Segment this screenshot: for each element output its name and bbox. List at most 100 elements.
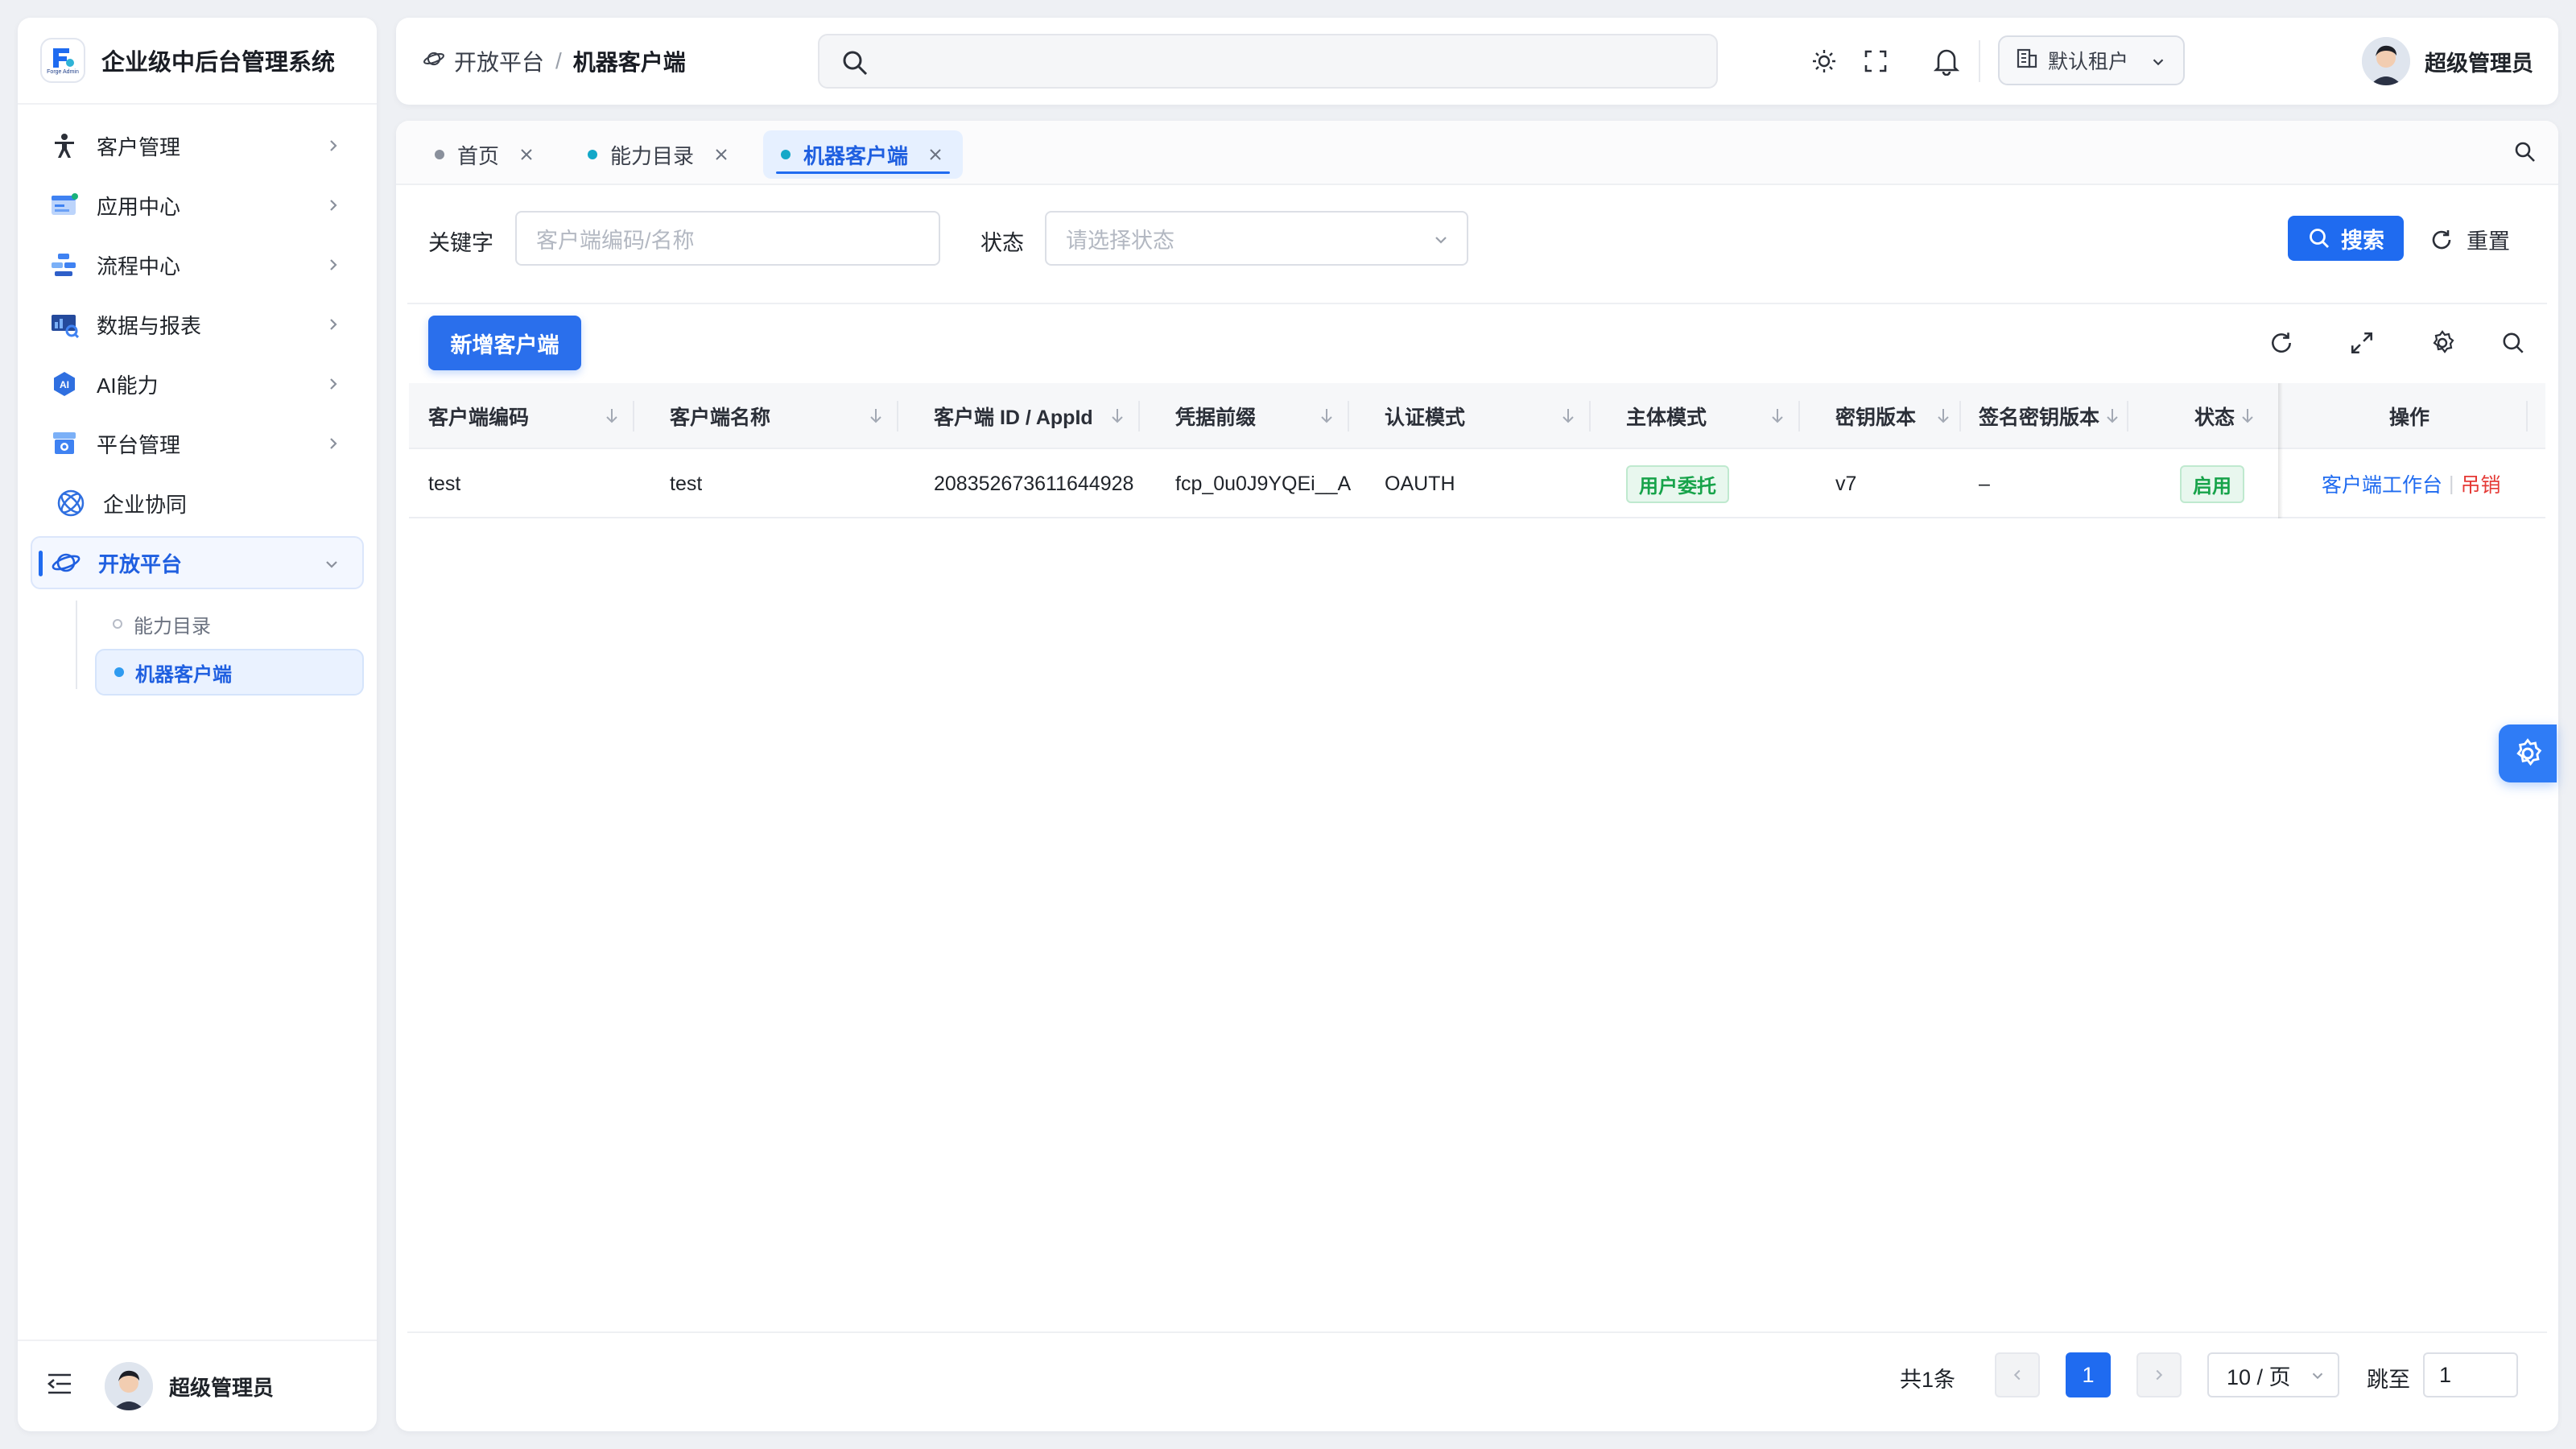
- column-header-subject-mode[interactable]: 主体模式: [1626, 383, 1707, 449]
- action-separator: |: [2449, 472, 2454, 495]
- main-content: 首页 能力目录 机器客户端 关键字 客户端编码/名称 状态 请选择状态 搜索 重…: [396, 121, 2558, 1431]
- column-divider: [1348, 401, 1349, 431]
- table-search-icon[interactable]: [2497, 327, 2529, 359]
- prev-page-button[interactable]: [1995, 1352, 2040, 1397]
- svg-text:AI: AI: [60, 379, 69, 390]
- search-button[interactable]: 搜索: [2288, 216, 2404, 261]
- breadcrumb-current: 机器客户端: [572, 50, 686, 75]
- chevron-down-icon: [2153, 59, 2164, 66]
- close-icon[interactable]: [926, 145, 945, 164]
- planet-icon: [422, 47, 446, 76]
- filter-bar: 关键字 客户端编码/名称 状态 请选择状态 搜索 重置: [396, 211, 2558, 266]
- bullet-dot-icon: [114, 667, 124, 677]
- search-icon: [2310, 229, 2329, 248]
- next-page-button[interactable]: [2136, 1352, 2182, 1397]
- planet-icon: [50, 547, 82, 579]
- refresh-icon[interactable]: [2265, 327, 2297, 359]
- submenu-item-machine-client[interactable]: 机器客户端: [95, 649, 364, 696]
- page-tabs: 首页 能力目录 机器客户端: [396, 121, 2558, 185]
- global-search-input[interactable]: [818, 34, 1718, 89]
- jump-page-input[interactable]: 1: [2423, 1352, 2518, 1397]
- avatar[interactable]: [105, 1362, 153, 1410]
- sidebar-item-customer[interactable]: 客户管理: [31, 119, 364, 172]
- app-window-icon: [48, 189, 80, 221]
- app-title: 企业级中后台管理系统: [101, 50, 336, 76]
- cell-actions: 客户端工作台 | 吊销: [2322, 449, 2501, 518]
- theme-toggle-sun-icon[interactable]: [1806, 43, 1842, 79]
- reset-button[interactable]: 重置: [2429, 224, 2510, 255]
- keyword-input[interactable]: 客户端编码/名称: [515, 211, 940, 266]
- column-header-status[interactable]: 状态: [2194, 383, 2235, 449]
- brand[interactable]: Forge Admin 企业级中后台管理系统: [18, 18, 377, 105]
- status-select[interactable]: 请选择状态: [1045, 211, 1468, 266]
- chevron-left-icon: [2013, 1369, 2021, 1381]
- sidebar-item-flow-center[interactable]: 流程中心: [31, 238, 364, 291]
- floating-settings-gear-icon[interactable]: [2499, 724, 2557, 782]
- header-user-name: 超级管理员: [2425, 51, 2533, 76]
- sort-arrow-icon[interactable]: [1769, 383, 1785, 449]
- sort-arrow-icon[interactable]: [1319, 383, 1335, 449]
- tab-capability-catalog[interactable]: 能力目录: [570, 130, 749, 179]
- column-header-code[interactable]: 客户端编码: [428, 383, 529, 449]
- sidebar-item-platform[interactable]: 平台管理: [31, 417, 364, 470]
- tab-machine-client[interactable]: 机器客户端: [763, 130, 964, 179]
- sort-arrow-icon[interactable]: [1109, 383, 1125, 449]
- sidebar-item-ai[interactable]: AI AI能力: [31, 357, 364, 411]
- tab-dot: [781, 150, 791, 159]
- client-workbench-link[interactable]: 客户端工作台: [2322, 469, 2442, 498]
- submenu-item-capability-catalog[interactable]: 能力目录: [95, 601, 364, 647]
- column-header-name[interactable]: 客户端名称: [670, 383, 770, 449]
- sort-arrow-icon[interactable]: [868, 383, 884, 449]
- column-header-key-version[interactable]: 密钥版本: [1835, 383, 1916, 449]
- sort-arrow-icon[interactable]: [2104, 383, 2120, 449]
- chevron-right-icon: [2156, 1369, 2163, 1381]
- sidebar-item-data-report[interactable]: 数据与报表: [31, 298, 364, 351]
- table-header: 客户端编码 客户端名称 客户端 ID / AppId 凭据前缀 认证模式 主体模…: [409, 383, 2545, 449]
- avatar: [2362, 37, 2410, 85]
- revoke-link[interactable]: 吊销: [2461, 469, 2501, 498]
- sidebar-item-app-center[interactable]: 应用中心: [31, 179, 364, 232]
- fullscreen-icon[interactable]: [1858, 43, 1893, 79]
- clients-table: 客户端编码 客户端名称 客户端 ID / AppId 凭据前缀 认证模式 主体模…: [409, 383, 2545, 518]
- close-icon[interactable]: [517, 145, 536, 164]
- sort-arrow-icon[interactable]: [2240, 383, 2256, 449]
- header-user[interactable]: 超级管理员: [2362, 37, 2533, 85]
- section-divider: [407, 303, 2547, 304]
- cell-code: test: [428, 472, 461, 495]
- sidebar-item-label: 流程中心: [97, 254, 181, 279]
- sidebar-item-label: 数据与报表: [97, 313, 202, 338]
- column-divider: [1138, 401, 1140, 431]
- page-size-select[interactable]: 10 / 页: [2207, 1352, 2339, 1397]
- fixed-column-shadow: [2278, 383, 2283, 518]
- add-client-button[interactable]: 新增客户端: [428, 316, 581, 370]
- sidebar-item-collab[interactable]: 企业协同: [31, 477, 364, 530]
- expand-icon[interactable]: [2346, 327, 2378, 359]
- tab-search-icon[interactable]: [2513, 140, 2537, 170]
- search-button-label: 搜索: [2341, 228, 2384, 253]
- column-header-auth-mode[interactable]: 认证模式: [1385, 383, 1465, 449]
- app-logo: Forge Admin: [40, 38, 85, 83]
- column-header-appid[interactable]: 客户端 ID / AppId: [934, 383, 1093, 449]
- search-icon: [840, 48, 869, 83]
- sort-arrow-icon[interactable]: [604, 383, 620, 449]
- cell-subject-mode: 用户委托: [1626, 449, 1729, 518]
- column-header-prefix[interactable]: 凭据前缀: [1175, 383, 1256, 449]
- bell-icon[interactable]: [1929, 43, 1964, 79]
- column-settings-gear-icon[interactable]: [2426, 327, 2458, 359]
- keyword-label: 关键字: [428, 231, 493, 255]
- cell-auth-mode: OAUTH: [1385, 472, 1455, 495]
- sidebar-item-open-platform[interactable]: 开放平台: [31, 536, 364, 589]
- submenu-item-label: 机器客户端: [135, 663, 232, 686]
- collab-icon: [55, 487, 87, 519]
- close-icon[interactable]: [712, 145, 731, 164]
- breadcrumb-parent[interactable]: 开放平台: [454, 45, 544, 77]
- tab-home[interactable]: 首页: [417, 130, 554, 179]
- collapse-menu-icon[interactable]: [47, 1372, 72, 1402]
- cell-status: 启用: [2180, 449, 2244, 518]
- column-header-sign-key-version[interactable]: 签名密钥版本: [1979, 383, 2099, 449]
- sort-arrow-icon[interactable]: [1935, 383, 1951, 449]
- page-1-button[interactable]: 1: [2066, 1352, 2111, 1397]
- tenant-select[interactable]: 默认租户: [1998, 35, 2185, 85]
- tab-dot: [435, 150, 444, 159]
- sort-arrow-icon[interactable]: [1560, 383, 1576, 449]
